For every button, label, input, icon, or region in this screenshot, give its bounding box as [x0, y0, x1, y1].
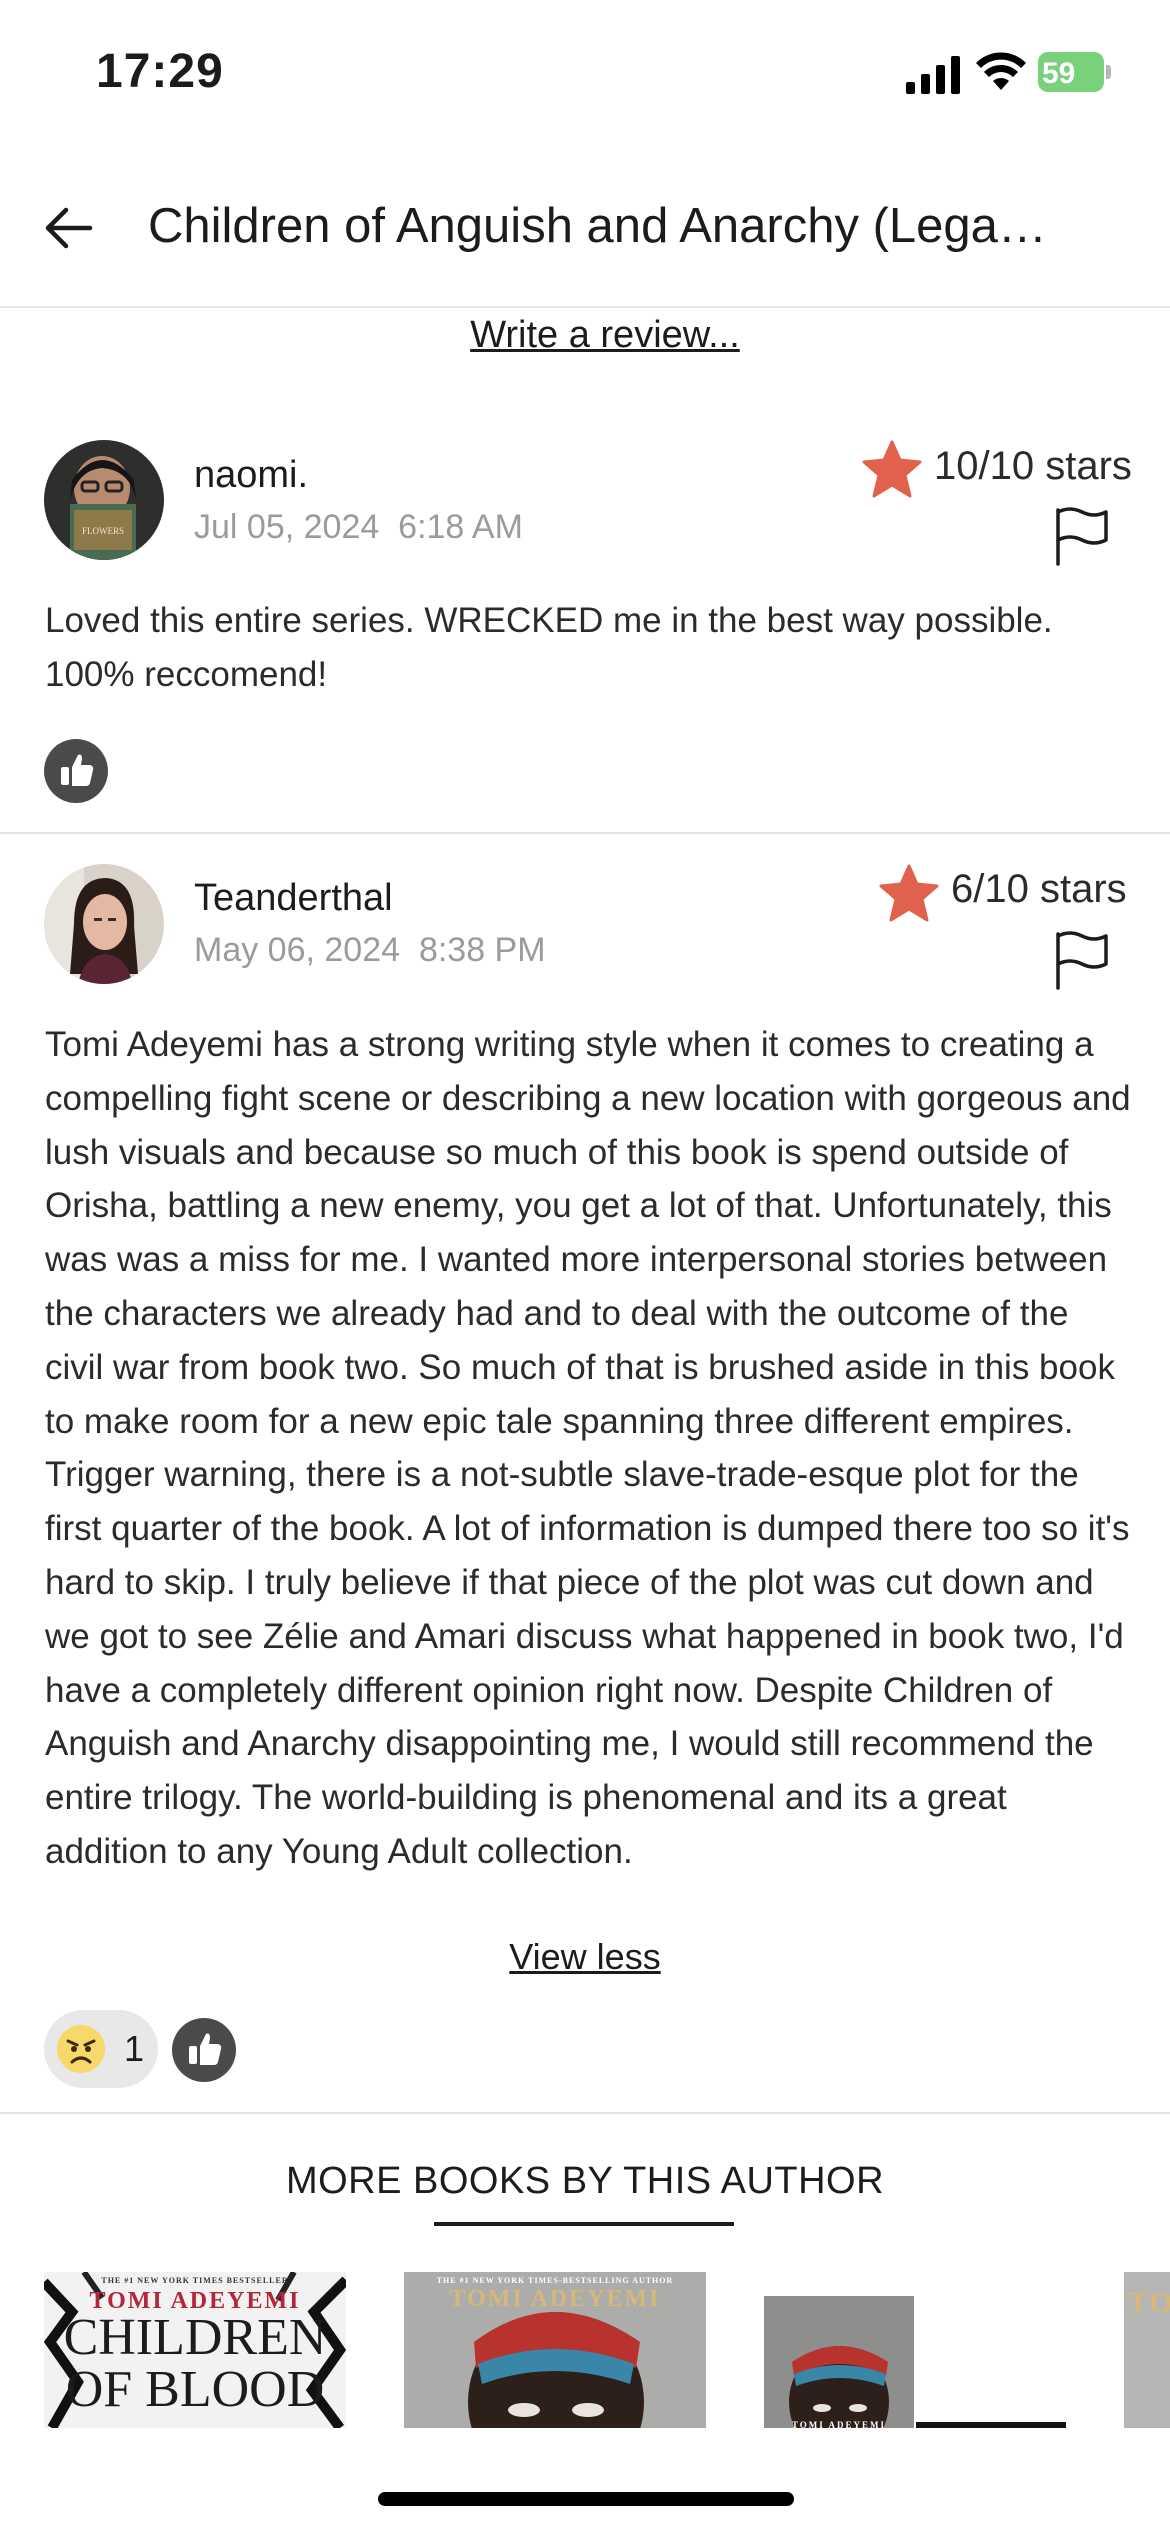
avatar[interactable]: FLOWERS: [44, 440, 164, 560]
star-icon: [862, 440, 922, 498]
review-username[interactable]: Teanderthal: [194, 877, 393, 920]
book-cover[interactable]: TO: [1124, 2272, 1170, 2428]
review-date-time: 6:18 AM: [398, 508, 523, 546]
book-author: TOMI ADEYEMI: [449, 2286, 661, 2312]
status-time: 17:29: [96, 45, 224, 98]
book-author: TOMI ADEYEMI: [791, 2420, 887, 2428]
review-date-time: 8:38 PM: [418, 931, 546, 969]
view-less-link[interactable]: View less: [0, 1936, 1170, 1978]
more-books-heading: MORE BOOKS BY THIS AUTHOR: [285, 2160, 885, 2202]
review-rating: 6/10 stars: [951, 867, 1127, 911]
svg-text:FLOWERS: FLOWERS: [82, 526, 124, 536]
angry-face-icon: [57, 2025, 105, 2073]
battery-icon: 59: [1038, 52, 1111, 92]
nav-header: Children of Anguish and Anarchy (Legacy …: [0, 150, 1170, 308]
review-date-day: May 06, 2024: [194, 931, 401, 969]
review-divider: [0, 832, 1170, 834]
review-username[interactable]: naomi.: [194, 454, 308, 497]
star-icon: [879, 864, 939, 922]
review-date: Jul 05, 2024 6:18 AM: [194, 508, 523, 547]
review-date-day: Jul 05, 2024: [194, 508, 380, 546]
write-review-link[interactable]: Write a review...: [0, 314, 1170, 357]
review-rating: 10/10 stars: [934, 444, 1132, 488]
avatar[interactable]: [44, 864, 164, 984]
thumbs-up-button[interactable]: [172, 2018, 236, 2082]
book-author: TO: [1128, 2286, 1170, 2319]
book-title: CHILDREN OF BLOOD: [63, 2309, 327, 2418]
book-tagline: THE #1 NEW YORK TIMES-BESTSELLING AUTHOR: [436, 2276, 674, 2285]
home-indicator[interactable]: [378, 2492, 794, 2506]
section-divider: [0, 2112, 1170, 2114]
flag-icon[interactable]: [1052, 930, 1110, 990]
battery-level: 59: [1042, 57, 1076, 90]
page-title: Children of Anguish and Anarchy (Legacy …: [148, 199, 1048, 253]
thumbs-up-icon: [189, 2033, 222, 2065]
review-date: May 06, 2024 8:38 PM: [194, 931, 546, 970]
book-cover[interactable]: THE #1 NEW YORK TIMES BESTSELLER TOMI AD…: [44, 2272, 346, 2428]
flag-icon[interactable]: [1052, 506, 1110, 566]
back-arrow-icon[interactable]: [40, 200, 96, 256]
reaction-count: 1: [124, 2028, 145, 2069]
book-tagline: THE #1 NEW YORK TIMES BESTSELLER: [101, 2276, 289, 2285]
review-body: Tomi Adeyemi has a strong writing style …: [45, 1025, 1131, 1871]
signal-icon: [906, 56, 960, 94]
reaction-badge[interactable]: 1: [44, 2010, 158, 2088]
wifi-icon: [976, 52, 1026, 90]
book-cover[interactable]: THE #1 NEW YORK TIMES-BESTSELLING AUTHOR…: [404, 2272, 706, 2428]
book-cover[interactable]: TOMI ADEYEMI: [764, 2272, 1066, 2428]
thumbs-up-button[interactable]: [44, 739, 108, 803]
status-bar: 17:29 59: [0, 0, 1170, 150]
thumbs-up-icon: [61, 754, 94, 786]
more-books-underline: [434, 2222, 734, 2226]
review-body: Loved this entire series. WRECKED me in …: [45, 601, 1053, 694]
